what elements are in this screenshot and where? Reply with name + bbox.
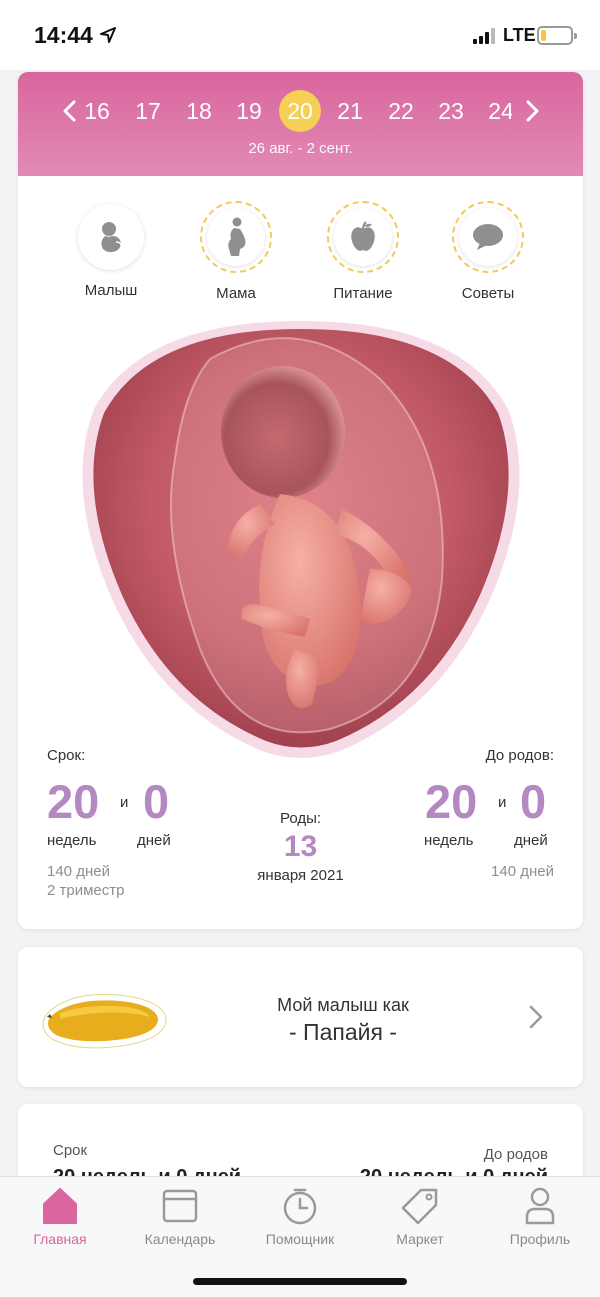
tab-label: Помощник	[265, 1231, 335, 1247]
calendar-icon	[162, 1189, 198, 1223]
week-item[interactable]: 24	[480, 90, 512, 132]
status-bar: 14:44 LTE	[0, 0, 600, 70]
stopwatch-icon	[283, 1188, 317, 1225]
summary-term-label: Срок	[53, 1142, 88, 1159]
week-item[interactable]: 23	[430, 90, 472, 132]
person-icon	[525, 1187, 555, 1225]
home-indicator	[193, 1278, 407, 1285]
tag-icon	[401, 1188, 438, 1225]
tab-home[interactable]: Главная	[0, 1187, 120, 1247]
category-label: Питание	[333, 285, 393, 302]
birth-day: 13	[283, 830, 318, 863]
fruit-caption: Мой малыш как	[277, 995, 409, 1015]
category-baby-button[interactable]: Малыш	[56, 204, 166, 299]
fetus-illustration	[82, 321, 520, 758]
tab-label: Профиль	[509, 1231, 571, 1247]
tab-market[interactable]: Маркет	[360, 1187, 480, 1247]
home-icon	[43, 1188, 77, 1224]
week-strip: 16 17 18 19 20 21 22 23 24	[84, 90, 512, 132]
weeks-unit: недель	[424, 832, 474, 849]
pregnant-woman-icon	[228, 217, 246, 256]
birth-label: Роды:	[279, 810, 322, 827]
tab-assistant[interactable]: Помощник	[240, 1187, 360, 1247]
location-arrow-icon	[100, 27, 116, 43]
week-item[interactable]: 18	[178, 90, 220, 132]
summary-until-label: До родов	[483, 1146, 548, 1163]
category-mom-button[interactable]: Мама	[181, 201, 291, 302]
week-item[interactable]: 16	[84, 90, 118, 132]
tab-calendar[interactable]: Календарь	[120, 1187, 240, 1247]
speech-bubble-icon	[473, 224, 503, 250]
week-item-selected[interactable]: 20	[279, 90, 321, 132]
fruit-name: - Папайя -	[289, 1019, 397, 1045]
status-time: 14:44	[34, 22, 93, 48]
category-tips-button[interactable]: Советы	[433, 201, 543, 302]
chevron-right-icon[interactable]	[526, 100, 540, 122]
tab-label: Календарь	[144, 1231, 216, 1247]
baby-size-card[interactable]: Мой малыш как - Папайя -	[18, 947, 583, 1087]
week-item[interactable]: 17	[127, 90, 169, 132]
until-weeks: 20	[425, 775, 478, 828]
category-label: Мама	[216, 285, 256, 302]
until-total-days: 140 дней	[491, 863, 554, 880]
term-label: Срок:	[47, 747, 86, 764]
chevron-right-icon	[529, 1005, 543, 1029]
signal-icon	[473, 28, 497, 44]
and-label: и	[120, 794, 129, 811]
week-item[interactable]: 19	[228, 90, 270, 132]
network-label: LTE	[503, 25, 536, 45]
trimester-label: 2 триместр	[47, 882, 125, 899]
baby-icon	[101, 222, 122, 253]
papaya-image	[42, 993, 167, 1049]
battery-icon	[537, 26, 577, 45]
tab-label: Главная	[33, 1231, 87, 1247]
tab-label: Маркет	[396, 1231, 444, 1247]
and-label: и	[498, 794, 507, 811]
chevron-left-icon[interactable]	[62, 100, 76, 122]
category-label: Малыш	[84, 282, 138, 299]
tab-profile[interactable]: Профиль	[480, 1187, 600, 1247]
days-unit: дней	[514, 832, 548, 849]
until-days: 0	[520, 775, 547, 828]
week-date-range: 26 авг. - 2 сент.	[248, 140, 353, 157]
category-label: Советы	[461, 285, 515, 302]
week-selector: 16 17 18 19 20 21 22 23 24 26 авг. - 2 с…	[18, 72, 583, 176]
pregnancy-week-card: 16 17 18 19 20 21 22 23 24 26 авг. - 2 с…	[18, 72, 583, 929]
week-item[interactable]: 22	[380, 90, 422, 132]
week-item[interactable]: 21	[329, 90, 371, 132]
until-birth-label: До родов:	[485, 747, 554, 764]
category-nutrition-button[interactable]: Питание	[308, 201, 418, 302]
apple-icon	[351, 221, 375, 251]
